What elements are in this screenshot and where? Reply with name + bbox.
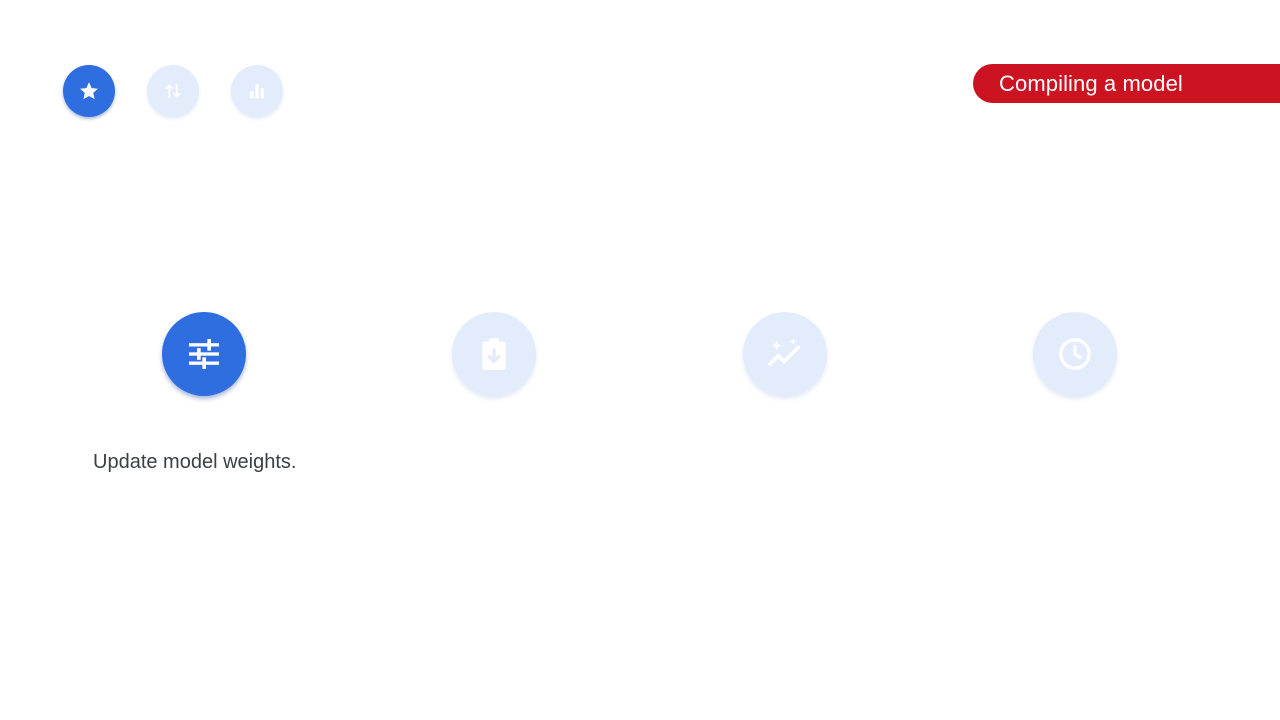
sparkle-trend-icon bbox=[768, 338, 801, 366]
sort-arrows-icon bbox=[165, 83, 181, 99]
step-caption: Update model weights. bbox=[93, 451, 297, 473]
slide-stage: Compiling a model Update model weights. bbox=[0, 0, 1280, 720]
nav-chart-button[interactable] bbox=[231, 65, 283, 117]
top-nav bbox=[63, 65, 283, 117]
star-icon bbox=[80, 82, 98, 100]
bar-chart-icon bbox=[250, 84, 264, 99]
step-clipboard[interactable] bbox=[452, 312, 536, 396]
section-title-pill: Compiling a model bbox=[973, 64, 1280, 103]
clipboard-download-icon bbox=[482, 338, 506, 370]
step-clock[interactable] bbox=[1033, 312, 1117, 396]
step-update-weights[interactable] bbox=[162, 312, 246, 396]
nav-sort-button[interactable] bbox=[147, 65, 199, 117]
tune-sliders-icon bbox=[189, 339, 219, 369]
step-sparkle-trend[interactable] bbox=[743, 312, 827, 396]
nav-star-button[interactable] bbox=[63, 65, 115, 117]
section-title: Compiling a model bbox=[999, 70, 1183, 96]
clock-icon bbox=[1059, 338, 1091, 370]
